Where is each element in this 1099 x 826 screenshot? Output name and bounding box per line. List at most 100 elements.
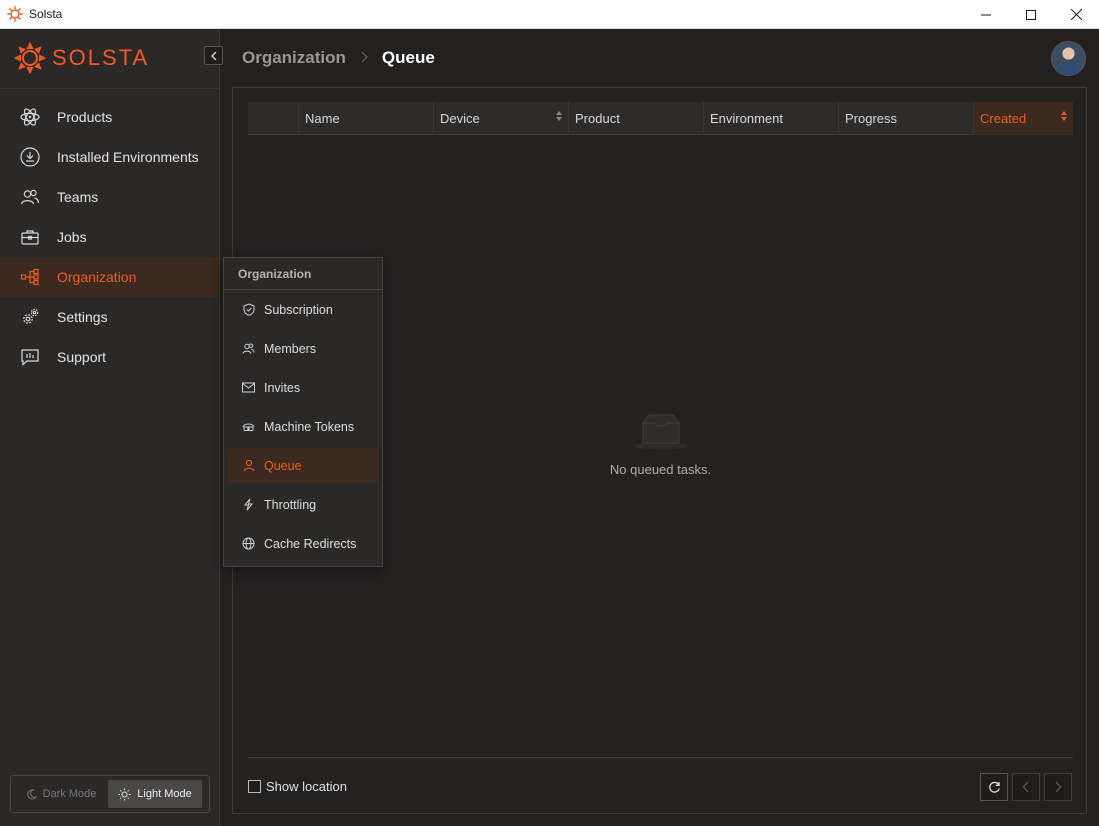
org-chart-icon bbox=[20, 267, 40, 287]
sidebar-item-label: Products bbox=[57, 109, 113, 125]
briefcase-icon bbox=[20, 227, 40, 247]
person-icon bbox=[242, 459, 255, 472]
sun-icon bbox=[118, 788, 131, 801]
members-icon bbox=[242, 342, 255, 355]
sidebar-item-label: Installed Environments bbox=[57, 149, 199, 165]
flyout-item-label: Subscription bbox=[264, 302, 333, 317]
flyout-list: Subscription Members Invites Machine Tok… bbox=[224, 290, 382, 561]
sidebar-item-label: Settings bbox=[57, 309, 108, 325]
sun-logo-icon bbox=[14, 42, 46, 74]
footer-divider bbox=[248, 757, 1073, 758]
flyout-item-label: Members bbox=[264, 341, 317, 356]
sidebar-item-teams[interactable]: Teams bbox=[0, 177, 219, 217]
refresh-icon bbox=[988, 781, 1000, 793]
avatar[interactable] bbox=[1051, 41, 1086, 76]
sidebar-item-label: Teams bbox=[57, 189, 99, 205]
sidebar-item-settings[interactable]: Settings bbox=[0, 297, 219, 337]
column-header-label: Progress bbox=[845, 111, 898, 126]
sidebar-nav: Products Installed Environments Teams Jo… bbox=[0, 97, 219, 377]
maximize-icon bbox=[1026, 9, 1036, 20]
dark-mode-button[interactable]: Dark Mode bbox=[14, 780, 108, 808]
atom-icon bbox=[20, 107, 40, 127]
column-header-product[interactable]: Product bbox=[568, 102, 703, 135]
column-header-label: Name bbox=[305, 111, 340, 126]
empty-inbox-icon bbox=[634, 414, 687, 450]
globe-icon bbox=[242, 537, 255, 550]
column-header-name[interactable]: Name bbox=[298, 102, 433, 135]
brand-logo[interactable]: SOLSTA bbox=[14, 41, 149, 75]
show-location-label: Show location bbox=[266, 779, 347, 794]
window-title: Solsta bbox=[29, 7, 63, 21]
flyout-item-members[interactable]: Members bbox=[228, 331, 378, 366]
moon-icon bbox=[26, 788, 37, 800]
sidebar-divider bbox=[0, 88, 220, 89]
sidebar-item-label: Organization bbox=[57, 269, 137, 285]
column-header-environment[interactable]: Environment bbox=[703, 102, 838, 135]
flyout-item-queue[interactable]: Queue bbox=[228, 448, 378, 483]
sidebar-item-organization[interactable]: Organization bbox=[0, 257, 219, 297]
flyout-item-cache-redirects[interactable]: Cache Redirects bbox=[228, 526, 378, 561]
sidebar-item-label: Support bbox=[57, 349, 107, 365]
token-icon bbox=[242, 420, 255, 433]
next-page-button[interactable] bbox=[1044, 773, 1072, 801]
column-header-progress[interactable]: Progress bbox=[838, 102, 973, 135]
column-header-select[interactable] bbox=[248, 102, 298, 135]
chevron-left-icon bbox=[1022, 781, 1029, 793]
sidebar: SOLSTA Products Installed Environments T… bbox=[0, 29, 223, 826]
page-title: Queue bbox=[381, 48, 435, 67]
flyout-item-label: Cache Redirects bbox=[264, 536, 357, 551]
download-circle-icon bbox=[20, 147, 40, 167]
sort-icon bbox=[556, 111, 562, 121]
breadcrumb-parent[interactable]: Organization bbox=[242, 48, 346, 68]
app-logo-icon bbox=[7, 6, 23, 22]
table-header: Name Device Product Environment Progress… bbox=[248, 102, 1073, 135]
collapse-sidebar-button[interactable] bbox=[204, 46, 223, 65]
column-header-device[interactable]: Device bbox=[433, 102, 568, 135]
flyout-item-subscription[interactable]: Subscription bbox=[228, 292, 378, 327]
show-location-checkbox[interactable]: Show location bbox=[248, 779, 347, 794]
flyout-item-label: Invites bbox=[264, 380, 301, 395]
sort-icon bbox=[1061, 111, 1067, 121]
sidebar-item-support[interactable]: Support bbox=[0, 337, 219, 377]
minimize-icon bbox=[981, 14, 991, 15]
column-header-label: Device bbox=[440, 111, 480, 126]
breadcrumb: Organization Queue bbox=[242, 48, 435, 68]
column-header-label: Created bbox=[980, 111, 1027, 126]
chevron-right-icon bbox=[1055, 781, 1062, 793]
refresh-button[interactable] bbox=[980, 773, 1008, 801]
shield-icon bbox=[242, 303, 255, 316]
mail-icon bbox=[242, 381, 255, 394]
flyout-item-label: Queue bbox=[264, 458, 302, 473]
light-mode-button[interactable]: Light Mode bbox=[108, 780, 202, 808]
flyout-title: Organization bbox=[224, 258, 382, 290]
chevron-right-icon bbox=[360, 50, 368, 67]
theme-toggle: Dark Mode Light Mode bbox=[10, 775, 210, 813]
empty-state: No queued tasks. bbox=[593, 413, 728, 477]
title-bar: Solsta bbox=[0, 0, 1099, 29]
gears-icon bbox=[20, 307, 40, 327]
empty-state-text: No queued tasks. bbox=[609, 462, 712, 477]
chevron-left-icon bbox=[210, 51, 216, 60]
users-icon bbox=[20, 187, 40, 207]
maximize-button[interactable] bbox=[1008, 0, 1054, 29]
light-mode-label: Light Mode bbox=[137, 788, 192, 800]
sidebar-item-label: Jobs bbox=[57, 229, 87, 245]
sidebar-item-jobs[interactable]: Jobs bbox=[0, 217, 219, 257]
dark-mode-label: Dark Mode bbox=[42, 788, 97, 800]
checkbox-box[interactable] bbox=[248, 780, 261, 793]
sidebar-item-products[interactable]: Products bbox=[0, 97, 219, 137]
chat-bars-icon bbox=[20, 347, 40, 367]
bolt-icon bbox=[242, 498, 255, 511]
sidebar-item-installed-environments[interactable]: Installed Environments bbox=[0, 137, 219, 177]
column-header-created[interactable]: Created bbox=[973, 102, 1073, 135]
previous-page-button[interactable] bbox=[1012, 773, 1040, 801]
organization-flyout-menu: Organization Subscription Members Invite… bbox=[223, 257, 383, 567]
close-button[interactable] bbox=[1053, 0, 1099, 29]
minimize-button[interactable] bbox=[963, 0, 1009, 29]
flyout-item-machine-tokens[interactable]: Machine Tokens bbox=[228, 409, 378, 444]
column-header-label: Environment bbox=[710, 111, 783, 126]
flyout-item-label: Throttling bbox=[264, 497, 317, 512]
flyout-item-throttling[interactable]: Throttling bbox=[228, 487, 378, 522]
flyout-item-label: Machine Tokens bbox=[264, 419, 355, 434]
flyout-item-invites[interactable]: Invites bbox=[228, 370, 378, 405]
